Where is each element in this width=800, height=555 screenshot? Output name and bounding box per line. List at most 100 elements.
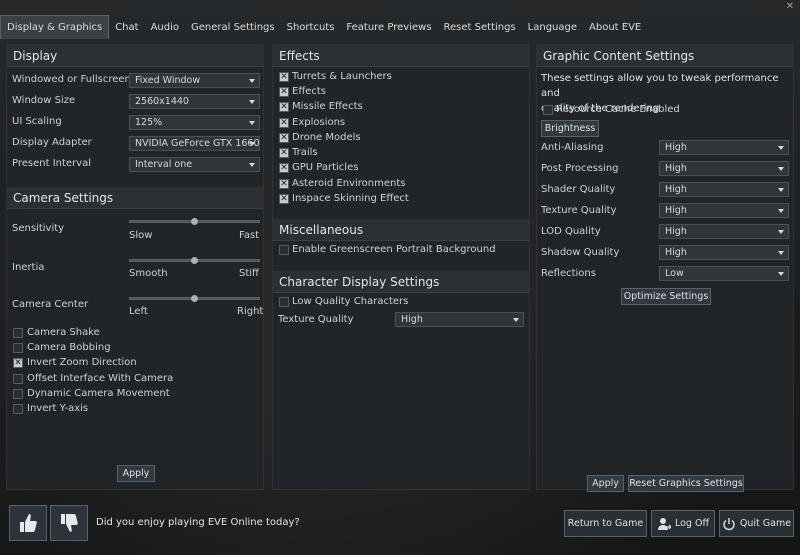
trails-checkbox[interactable]: ✕ bbox=[279, 148, 289, 158]
inertia-label: Inertia bbox=[12, 262, 45, 273]
tab-feature-previews[interactable]: Feature Previews bbox=[340, 15, 437, 39]
ui-scaling-value: 125% bbox=[135, 117, 163, 128]
camera-center-min-label: Left bbox=[129, 306, 148, 317]
reflections-select[interactable]: Low bbox=[659, 266, 789, 281]
present-interval-label: Present Interval bbox=[12, 158, 91, 169]
camera-shake-checkbox[interactable] bbox=[13, 328, 23, 338]
log-off-icon bbox=[657, 517, 671, 530]
thumbs-down-button[interactable] bbox=[50, 505, 88, 541]
tab-general-settings[interactable]: General Settings bbox=[185, 15, 281, 39]
chevron-down-icon bbox=[778, 188, 784, 192]
resource-cache-checkbox[interactable] bbox=[543, 105, 553, 115]
quit-game-label: Quit Game bbox=[739, 518, 792, 529]
ui-scaling-select[interactable]: 125% bbox=[129, 115, 260, 130]
greenscreen-label: Enable Greenscreen Portrait Background bbox=[292, 244, 496, 255]
dynamic-camera-checkbox[interactable] bbox=[13, 389, 23, 399]
inertia-slider-handle[interactable] bbox=[191, 257, 198, 264]
turrets-label: Turrets & Launchers bbox=[292, 71, 392, 82]
camera-bobbing-checkbox[interactable] bbox=[13, 343, 23, 353]
misc-section-title: Miscellaneous bbox=[273, 219, 529, 241]
windowed-select[interactable]: Fixed Window bbox=[129, 73, 260, 88]
chevron-down-icon bbox=[778, 230, 784, 234]
return-to-game-button[interactable]: Return to Game bbox=[564, 510, 647, 537]
greenscreen-checkbox[interactable] bbox=[279, 245, 289, 255]
tab-display-graphics[interactable]: Display & Graphics bbox=[0, 15, 110, 39]
sensitivity-max-label: Fast bbox=[239, 230, 260, 241]
log-off-button[interactable]: Log Off bbox=[651, 510, 715, 537]
thumbs-up-button[interactable] bbox=[9, 505, 47, 541]
lod-quality-label: LOD Quality bbox=[541, 226, 601, 237]
optimize-settings-button[interactable]: Optimize Settings bbox=[621, 288, 711, 305]
drone-models-label: Drone Models bbox=[292, 132, 361, 143]
settings-tabs: Display & Graphics Chat Audio General Se… bbox=[0, 15, 800, 39]
display-adapter-label: Display Adapter bbox=[12, 137, 92, 148]
quit-game-button[interactable]: Quit Game bbox=[719, 510, 794, 537]
close-icon[interactable]: ✕ bbox=[786, 1, 794, 12]
camera-center-slider-handle[interactable] bbox=[191, 295, 198, 302]
invert-zoom-label: Invert Zoom Direction bbox=[27, 357, 137, 368]
character-texture-select[interactable]: High bbox=[395, 312, 524, 327]
effects-checkbox[interactable]: ✕ bbox=[279, 87, 289, 97]
camera-apply-button[interactable]: Apply bbox=[117, 465, 155, 482]
tab-audio[interactable]: Audio bbox=[145, 15, 185, 39]
tab-reset-settings[interactable]: Reset Settings bbox=[438, 15, 522, 39]
window-size-value: 2560x1440 bbox=[135, 96, 189, 107]
asteroid-env-checkbox[interactable]: ✕ bbox=[279, 179, 289, 189]
drone-models-checkbox[interactable]: ✕ bbox=[279, 133, 289, 143]
skinning-effect-label: Inspace Skinning Effect bbox=[292, 193, 409, 204]
tab-about-eve[interactable]: About EVE bbox=[583, 15, 647, 39]
explosions-checkbox[interactable]: ✕ bbox=[279, 118, 289, 128]
display-adapter-select[interactable]: NVIDIA GeForce GTX 1660 1 bbox=[129, 136, 260, 151]
invert-y-checkbox[interactable] bbox=[13, 404, 23, 414]
tab-shortcuts[interactable]: Shortcuts bbox=[281, 15, 341, 39]
log-off-label: Log Off bbox=[674, 518, 709, 529]
chevron-down-icon bbox=[778, 167, 784, 171]
tab-chat[interactable]: Chat bbox=[109, 15, 144, 39]
invert-zoom-checkbox[interactable]: ✕ bbox=[13, 358, 23, 368]
invert-y-label: Invert Y-axis bbox=[27, 403, 89, 414]
missile-effects-checkbox[interactable]: ✕ bbox=[279, 102, 289, 112]
chevron-down-icon bbox=[249, 142, 255, 146]
gpu-particles-label: GPU Particles bbox=[292, 162, 359, 173]
trails-label: Trails bbox=[292, 147, 318, 158]
skinning-effect-checkbox[interactable]: ✕ bbox=[279, 194, 289, 204]
shader-quality-value: High bbox=[665, 184, 687, 195]
sensitivity-min-label: Slow bbox=[129, 230, 153, 241]
reflections-label: Reflections bbox=[541, 268, 596, 279]
chevron-down-icon bbox=[778, 146, 784, 150]
left-panel: Display Windowed or Fullscreen Fixed Win… bbox=[6, 44, 264, 490]
chevron-down-icon bbox=[778, 209, 784, 213]
return-to-game-label: Return to Game bbox=[567, 518, 644, 529]
texture-quality-select[interactable]: High bbox=[659, 203, 789, 218]
low-quality-characters-checkbox[interactable] bbox=[279, 297, 289, 307]
window-size-label: Window Size bbox=[12, 95, 76, 106]
post-processing-select[interactable]: High bbox=[659, 161, 789, 176]
offset-interface-checkbox[interactable] bbox=[13, 374, 23, 384]
camera-section-title: Camera Settings bbox=[7, 187, 263, 209]
display-section-title: Display bbox=[7, 45, 263, 67]
windowed-label: Windowed or Fullscreen bbox=[12, 74, 131, 85]
present-interval-select[interactable]: Interval one bbox=[129, 157, 260, 172]
tab-language[interactable]: Language bbox=[522, 15, 583, 39]
graphics-section-title: Graphic Content Settings bbox=[537, 45, 793, 67]
gpu-particles-checkbox[interactable]: ✕ bbox=[279, 163, 289, 173]
shadow-quality-select[interactable]: High bbox=[659, 245, 789, 260]
lod-quality-select[interactable]: High bbox=[659, 224, 789, 239]
reset-graphics-button[interactable]: Reset Graphics Settings bbox=[628, 475, 744, 492]
chevron-down-icon bbox=[778, 251, 784, 255]
dynamic-camera-label: Dynamic Camera Movement bbox=[27, 388, 170, 399]
turrets-checkbox[interactable]: ✕ bbox=[279, 72, 289, 82]
shader-quality-select[interactable]: High bbox=[659, 182, 789, 197]
middle-panel: Effects ✕ Turrets & Launchers ✕ Effects … bbox=[272, 44, 530, 490]
right-panel: Graphic Content Settings These settings … bbox=[536, 44, 794, 492]
sensitivity-slider-handle[interactable] bbox=[191, 218, 198, 225]
window-size-select[interactable]: 2560x1440 bbox=[129, 94, 260, 109]
chevron-down-icon bbox=[249, 79, 255, 83]
chevron-down-icon bbox=[249, 121, 255, 125]
anti-aliasing-value: High bbox=[665, 142, 687, 153]
chevron-down-icon bbox=[778, 272, 784, 276]
graphics-apply-button[interactable]: Apply bbox=[587, 475, 624, 492]
brightness-button[interactable]: Brightness bbox=[541, 120, 599, 137]
explosions-label: Explosions bbox=[292, 117, 346, 128]
anti-aliasing-select[interactable]: High bbox=[659, 140, 789, 155]
